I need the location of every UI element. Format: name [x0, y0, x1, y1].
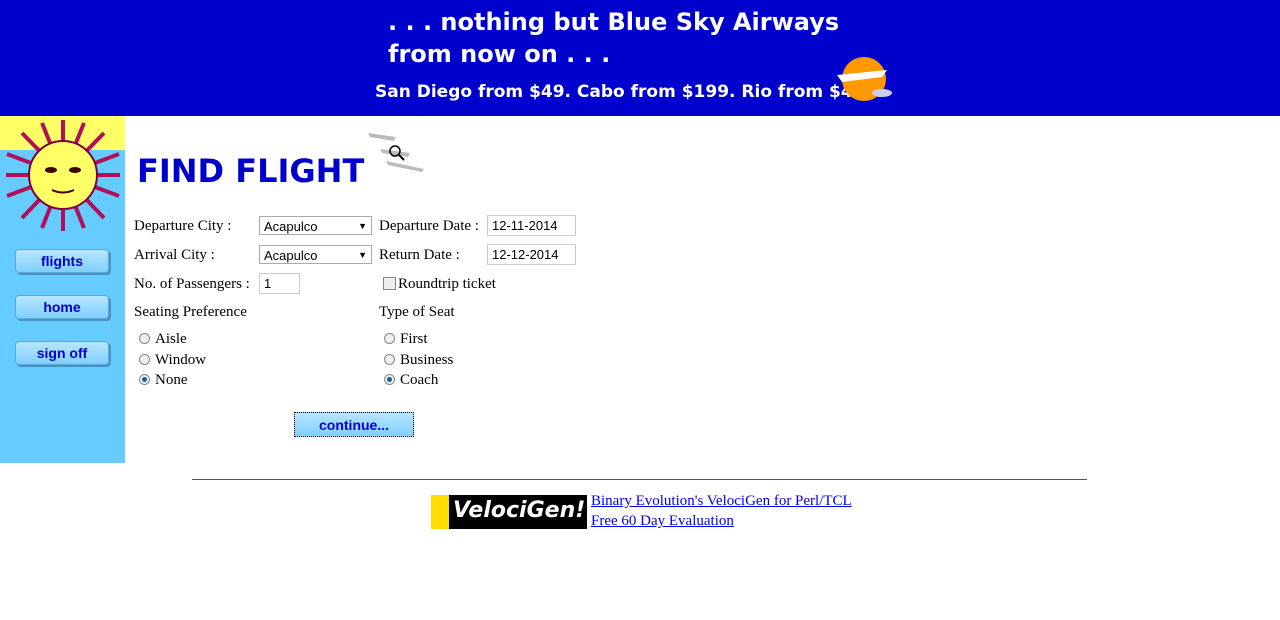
departure-city-label: Departure City :	[134, 218, 232, 234]
chevron-down-icon: ▼	[358, 250, 367, 260]
link-velocigen[interactable]: Binary Evolution's VelociGen for Perl/TC…	[591, 493, 852, 509]
option-aisle: Aisle	[155, 331, 187, 347]
sidebar-item-flights[interactable]: flights	[15, 249, 109, 273]
chevron-down-icon: ▼	[358, 221, 367, 231]
page-title: FIND FLIGHT	[137, 152, 365, 190]
option-coach: Coach	[400, 372, 439, 388]
planes-search-icon	[368, 133, 424, 172]
departure-date-label: Departure Date :	[379, 218, 479, 234]
velocigen-logo[interactable]: VelociGen!	[431, 495, 587, 529]
link-free-evaluation[interactable]: Free 60 Day Evaluation	[591, 513, 734, 529]
arrival-city-select[interactable]: Acapulco ▼	[259, 245, 372, 264]
radio-coach[interactable]	[384, 374, 395, 385]
passengers-label: No. of Passengers :	[134, 276, 250, 292]
arrival-city-label: Arrival City :	[134, 247, 215, 263]
passengers-input[interactable]: 1	[259, 273, 300, 294]
evaluation-link[interactable]: Free 60 Day Evaluation	[591, 513, 734, 530]
banner-line2: from now on . . .	[388, 40, 611, 68]
sun-logo-icon	[6, 120, 120, 231]
plane-sun-icon	[837, 57, 892, 101]
banner-line1: . . . nothing but Blue Sky Airways	[388, 8, 840, 36]
arrival-city-value: Acapulco	[264, 248, 318, 263]
radio-window[interactable]	[139, 354, 150, 365]
departure-city-select[interactable]: Acapulco ▼	[259, 216, 372, 235]
roundtrip-checkbox[interactable]	[383, 277, 396, 290]
sidebar-item-sign-off[interactable]: sign off	[15, 341, 109, 365]
roundtrip-label: Roundtrip ticket	[398, 276, 496, 292]
radio-first[interactable]	[384, 333, 395, 344]
continue-button[interactable]: continue...	[294, 412, 414, 437]
option-business: Business	[400, 352, 454, 368]
return-date-label: Return Date :	[379, 247, 460, 263]
radio-none[interactable]	[139, 374, 150, 385]
divider	[192, 479, 1087, 480]
velocigen-link[interactable]: Binary Evolution's VelociGen for Perl/TC…	[591, 493, 852, 510]
option-first: First	[400, 331, 428, 347]
sidebar-item-home[interactable]: home	[15, 295, 109, 319]
departure-city-value: Acapulco	[264, 219, 318, 234]
radio-aisle[interactable]	[139, 333, 150, 344]
seat-type-label: Type of Seat	[379, 304, 455, 320]
return-date-input[interactable]: 12-12-2014	[487, 244, 576, 265]
banner-promo: San Diego from $49. Cabo from $199. Rio …	[375, 82, 883, 102]
radio-business[interactable]	[384, 354, 395, 365]
seating-preference-label: Seating Preference	[134, 304, 247, 320]
option-none: None	[155, 372, 188, 388]
departure-date-input[interactable]: 12-11-2014	[487, 215, 576, 236]
banner: . . . nothing but Blue Sky Airways from …	[0, 0, 1280, 116]
option-window: Window	[155, 352, 207, 368]
